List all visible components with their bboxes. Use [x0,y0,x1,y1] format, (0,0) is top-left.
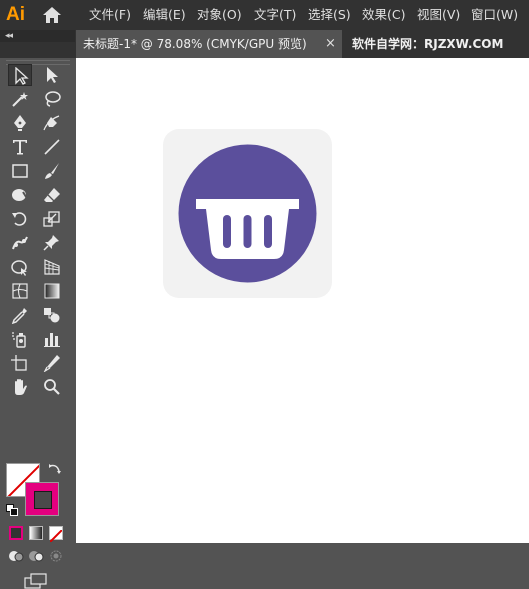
default-colors-icon[interactable] [6,504,18,516]
document-tab[interactable]: 未标题-1* @ 78.08% (CMYK/GPU 预览) × [76,30,342,58]
scale-tool-icon[interactable] [40,208,64,230]
stroke-swatch[interactable] [25,482,59,516]
paintbrush-tool-icon[interactable] [40,160,64,182]
symbol-sprayer-tool-icon[interactable] [8,328,32,350]
draw-inside-icon[interactable] [48,549,64,563]
menu-file[interactable]: 文件(F) [89,0,131,30]
draw-behind-icon[interactable] [28,549,44,563]
rotate-tool-icon[interactable] [8,208,32,230]
shopping-basket-artwork[interactable] [163,129,332,298]
zoom-tool-icon[interactable] [40,376,64,398]
magic-wand-tool-icon[interactable] [8,88,32,110]
lasso-tool-icon[interactable] [40,88,64,110]
artboard-tool-icon[interactable] [8,352,32,374]
menu-type[interactable]: 文字(T) [254,0,296,30]
none-icon [49,529,63,543]
menu-edit[interactable]: 编辑(E) [143,0,186,30]
menu-select[interactable]: 选择(S) [308,0,351,30]
pen-tool-icon[interactable] [8,112,32,134]
stroke-swatch-inner [34,491,52,509]
pin-tool-icon[interactable] [40,232,64,254]
toolbar-header: ◂◂ [0,30,75,42]
free-transform-tool-icon[interactable] [8,256,32,278]
app-logo: Ai [6,4,25,25]
puppet-warp-tool-icon[interactable] [8,232,32,254]
gradient-mode-button[interactable] [29,526,43,540]
menu-object[interactable]: 对象(O) [197,0,242,30]
tools-panel [0,58,75,589]
slice-tool-icon[interactable] [40,352,64,374]
type-tool-icon[interactable] [8,136,32,158]
menu-view[interactable]: 视图(V) [417,0,460,30]
collapse-icon[interactable]: ◂◂ [5,30,13,42]
watermark-text: 软件自学网：RJZXW.COM [352,37,504,51]
perspective-grid-tool-icon[interactable] [40,256,64,278]
eyedropper-tool-icon[interactable] [8,304,32,326]
eraser-tool-icon[interactable] [40,184,64,206]
shaper-tool-icon[interactable] [8,184,32,206]
shopping-basket-icon [196,199,299,259]
blend-tool-icon[interactable] [40,304,64,326]
draw-normal-icon[interactable] [8,549,24,563]
close-tab-button[interactable]: × [325,30,336,58]
swap-colors-icon[interactable] [48,462,62,476]
selection-tool-icon[interactable] [8,64,32,86]
menu-window[interactable]: 窗口(W) [471,0,518,30]
home-icon[interactable] [42,6,62,24]
curvature-tool-icon[interactable] [40,112,64,134]
mesh-tool-icon[interactable] [8,280,32,302]
rectangle-tool-icon[interactable] [8,160,32,182]
color-mode-button[interactable] [9,526,23,540]
gradient-tool-icon[interactable] [40,280,64,302]
document-tab-title: 未标题-1* @ 78.08% (CMYK/GPU 预览) [83,37,307,51]
menu-bar: Ai 文件(F) 编辑(E) 对象(O) 文字(T) 选择(S) 效果(C) 视… [0,0,529,30]
none-mode-button[interactable] [49,526,63,543]
line-segment-tool-icon[interactable] [40,136,64,158]
column-graph-tool-icon[interactable] [40,328,64,350]
screen-mode-icon[interactable] [24,573,48,589]
hand-tool-icon[interactable] [8,376,32,398]
menu-effect[interactable]: 效果(C) [362,0,405,30]
direct-selection-tool-icon[interactable] [40,64,64,86]
